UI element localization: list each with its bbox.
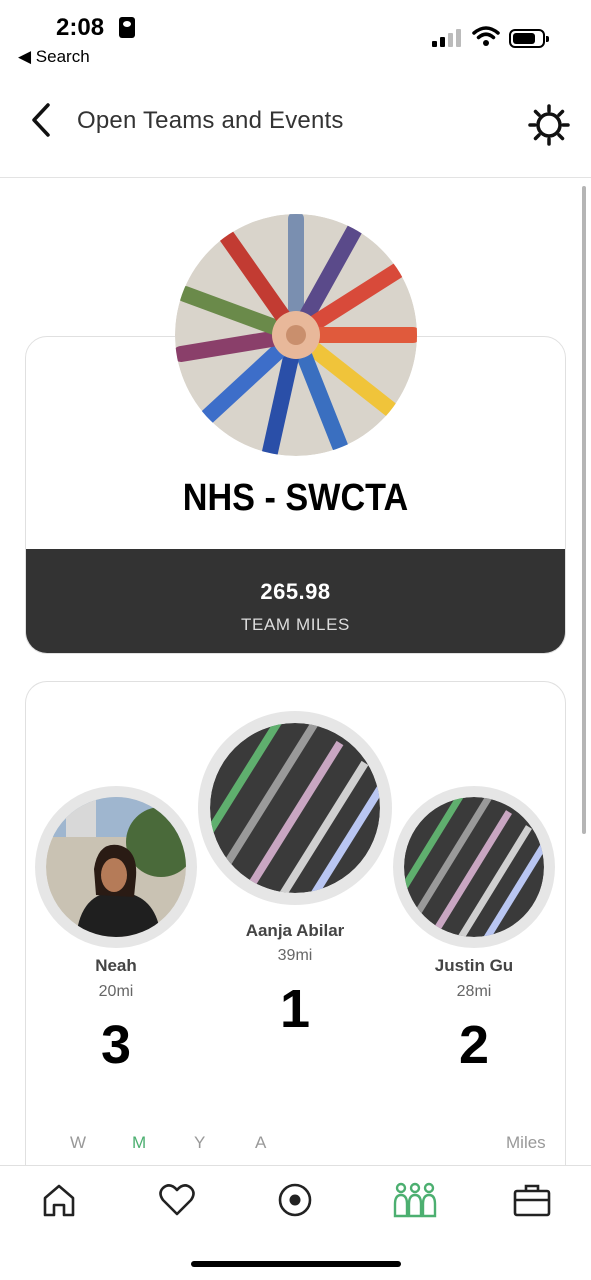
cellular-signal-icon [432, 27, 462, 47]
wifi-icon [472, 26, 500, 46]
heart-icon[interactable] [157, 1180, 197, 1220]
podium-name-second: Justin Gu [434, 956, 514, 975]
team-avatar [175, 214, 417, 456]
gear-icon[interactable] [526, 102, 572, 148]
podium-avatar-first[interactable] [198, 711, 392, 905]
filter-all[interactable]: A [255, 1133, 266, 1153]
back-chevron-icon[interactable] [26, 100, 60, 140]
default-avatar-pattern-icon [210, 723, 380, 893]
podium-miles-first: 39mi [277, 947, 313, 964]
record-icon[interactable] [275, 1180, 315, 1220]
teams-icon[interactable] [393, 1180, 437, 1220]
podium-avatar-third[interactable] [35, 786, 197, 948]
podium-miles-second: 28mi [456, 983, 492, 1000]
team-miles-band: 265.98 TEAM MILES [26, 549, 565, 653]
podium-rank-first: 1 [279, 979, 311, 1039]
scroll-indicator[interactable] [582, 186, 586, 834]
home-icon[interactable] [39, 1180, 79, 1220]
default-avatar-pattern-icon [404, 797, 544, 937]
id-card-icon [119, 17, 135, 38]
units-label[interactable]: Miles [506, 1133, 546, 1153]
user-photo [46, 797, 186, 937]
battery-icon [509, 29, 549, 48]
team-miles-label: TEAM MILES [241, 615, 350, 634]
podium-miles-third: 20mi [98, 983, 134, 1000]
back-to-search-link[interactable]: ◀ Search [18, 47, 90, 67]
podium-rank-second: 2 [458, 1015, 490, 1075]
podium-rank-third: 3 [100, 1015, 132, 1075]
status-bar: 2:08 ◀ Search [0, 0, 591, 72]
status-time: 2:08 [56, 14, 105, 41]
filter-month[interactable]: M [132, 1133, 146, 1153]
filter-year[interactable]: Y [194, 1133, 205, 1153]
team-miles-value: 265.98 [260, 579, 331, 604]
filter-week[interactable]: W [70, 1133, 86, 1153]
home-indicator[interactable] [191, 1261, 401, 1267]
podium-avatar-second[interactable] [393, 786, 555, 948]
podium-name-third: Neah [95, 956, 137, 975]
page-title: Open Teams and Events [77, 107, 344, 134]
team-name: NHS - SWCTA [182, 477, 409, 519]
nav-bar: Open Teams and Events [0, 72, 591, 178]
briefcase-icon[interactable] [512, 1180, 552, 1220]
podium-name-first: Aanja Abilar [245, 921, 345, 940]
